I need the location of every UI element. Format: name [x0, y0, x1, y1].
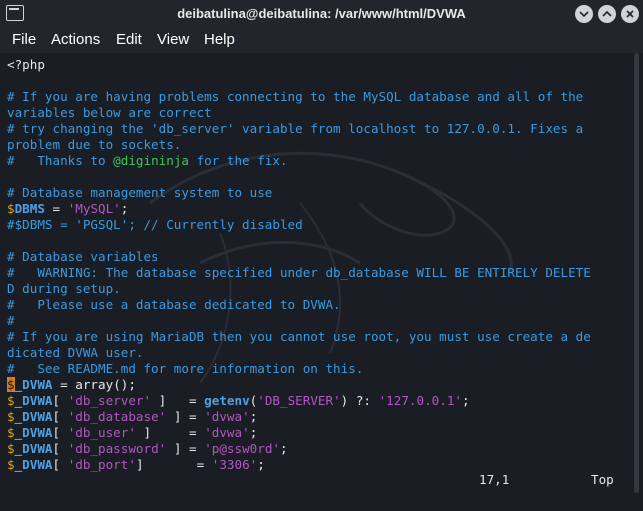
code-line-14: # WARNING: The database specified under …: [7, 265, 591, 280]
scrollbar-thumb[interactable]: [634, 53, 639, 493]
code-line-5: # try changing the 'db_server' variable …: [7, 121, 584, 136]
title-bar: deibatulina@deibatulina: /var/www/html/D…: [0, 0, 643, 29]
menu-file[interactable]: File: [12, 31, 36, 48]
code-line-26: $_DVWA[ 'db_port'] = '3306';: [7, 457, 265, 472]
code-line-25: $_DVWA[ 'db_password' ] = 'p@ssw0rd';: [7, 441, 288, 456]
code-line-1: <?php: [7, 57, 45, 72]
menu-help[interactable]: Help: [204, 31, 235, 48]
code-line-9: # Database management system to use: [7, 185, 273, 200]
minimize-icon: [579, 11, 589, 18]
code-line-15: D during setup.: [7, 281, 121, 296]
code-line-24: $_DVWA[ 'db_user' ] = 'dvwa';: [7, 425, 258, 440]
text-cursor: $: [7, 377, 15, 392]
cursor-position: 17,1: [479, 472, 510, 487]
scroll-position: Top: [591, 472, 614, 487]
minimize-button[interactable]: [575, 5, 593, 23]
code-line-6: problem due to sockets.: [7, 137, 182, 152]
code-line-21: $_DVWA = array();: [7, 377, 136, 392]
code-line-16: # Please use a database dedicated to DVW…: [7, 297, 341, 312]
menu-actions[interactable]: Actions: [51, 31, 100, 48]
window-title: deibatulina@deibatulina: /var/www/html/D…: [177, 6, 466, 21]
code-line-7: # Thanks to @digininja for the fix.: [7, 153, 288, 168]
code-line-4: variables below are correct: [7, 105, 212, 120]
code-line-22: $_DVWA[ 'db_server' ] = getenv('DB_SERVE…: [7, 393, 470, 408]
close-icon: [626, 10, 634, 18]
menu-edit[interactable]: Edit: [116, 31, 142, 48]
terminal-bottom: [0, 493, 643, 511]
code-line-3: # If you are having problems connecting …: [7, 89, 584, 104]
code-line-18: # If you are using MariaDB then you cann…: [7, 329, 591, 344]
menu-view[interactable]: View: [157, 31, 189, 48]
maximize-button[interactable]: [598, 5, 616, 23]
close-button[interactable]: [621, 5, 639, 23]
code-line-19: dicated DVWA user.: [7, 345, 144, 360]
code-line-11: #$DBMS = 'PGSQL'; // Currently disabled: [7, 217, 303, 232]
maximize-icon: [602, 10, 612, 17]
code-line-23: $_DVWA[ 'db_database' ] = 'dvwa';: [7, 409, 258, 424]
code-editor[interactable]: <?php # If you are having problems conne…: [0, 53, 630, 493]
vertical-scrollbar[interactable]: [630, 53, 643, 493]
code-line-20: # See README.md for more information on …: [7, 361, 364, 376]
menu-bar: File Actions Edit View Help: [0, 29, 643, 53]
code-line-10: $DBMS = 'MySQL';: [7, 201, 129, 216]
code-line-17: #: [7, 313, 15, 328]
code-line-13: # Database variables: [7, 249, 159, 264]
